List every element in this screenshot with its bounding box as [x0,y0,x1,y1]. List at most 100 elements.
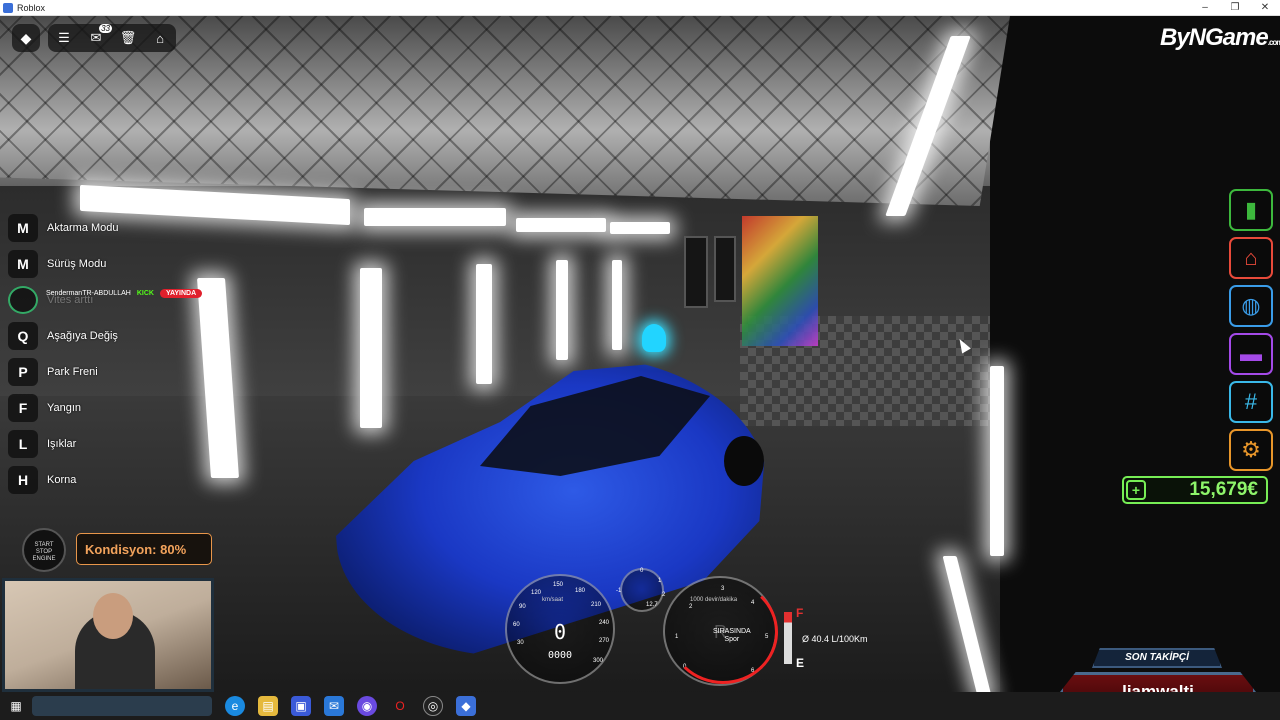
chat-badge: 33 [99,24,112,33]
backpack-icon: ◍ [1241,293,1261,318]
money-amount: 15,679€ [1189,479,1258,500]
side-menu-hashtag-button[interactable]: # [1229,381,1273,423]
mail-icon[interactable]: ✉ [324,696,344,716]
add-money-button[interactable]: + [1126,480,1146,500]
hint-label: Korna [47,474,77,486]
minimize-button[interactable]: – [1190,0,1220,16]
side-menu-backpack-button[interactable]: ◍ [1229,285,1273,327]
speed-tick: 240 [599,620,610,626]
ticker-user: SendermanTR-ABDULLAH [46,290,131,297]
wall-light [476,264,492,384]
money-display: + 15,679€ [1122,476,1268,504]
hint-aktarma-modu: M Aktarma Modu [8,214,119,242]
fuel-consumption: Ø 40.4 L/100Km [802,634,868,644]
speed-tick: 120 [531,590,542,596]
trash-icon[interactable]: 🗑 [118,30,138,46]
hint-park-freni: P Park Freni [8,358,119,386]
book-icon: ▮ [1244,197,1258,222]
start-icon[interactable]: ▦ [6,696,26,716]
windows-taskbar: ▦ e ▤ ▣ ✉ ◉ O ◎ ◆ [0,692,1280,720]
speed-tick: 270 [599,638,610,644]
roblox-menu-button[interactable]: ◆ [12,24,40,52]
folder-icon: ▬ [1240,341,1262,366]
taskbar-search[interactable] [32,696,212,716]
wall-light [612,260,622,350]
speed-value: 0 [553,620,567,644]
unlock-icon[interactable]: ⌂ [150,31,170,46]
hint-isiklar: L Işıklar [8,430,119,458]
hint-yangin: F Yangın [8,394,119,422]
key-hints-panel: M Aktarma Modu M Sürüş Modu Vites arttı … [8,214,119,502]
hamburger-menu-icon[interactable]: ☰ [54,30,74,46]
speed-tick: 180 [575,588,586,594]
key-badge: F [8,394,38,422]
fuel-full-label: F [796,606,804,620]
streamer-head [93,593,133,639]
opera-icon[interactable]: O [390,696,410,716]
shop-icon: ⌂ [1244,245,1258,270]
temp-tick: 2 [662,592,666,598]
key-badge: M [8,214,38,242]
close-button[interactable]: ✕ [1250,0,1280,16]
car-wheel [724,436,764,486]
graffiti-wall [742,216,818,346]
key-badge [8,286,38,314]
window-titlebar: Roblox – ❐ ✕ [0,0,1280,16]
start-stop-engine-button[interactable]: START STOP ENGINE [22,528,66,572]
ceiling-light [516,218,606,232]
streamer-webcam [2,578,214,692]
temp-center: 12.7 [646,602,658,608]
car-beacon [642,324,666,352]
speed-tick: 300 [593,658,604,664]
file-explorer-icon[interactable]: ▤ [258,696,278,716]
ceiling-light [610,222,670,234]
temp-tick: 1 [658,578,662,584]
fuel-bar [784,612,792,664]
window-title: Roblox [17,2,46,13]
speed-tick: 210 [591,602,602,608]
hint-korna: H Korna [8,466,119,494]
obs-icon[interactable]: ◎ [423,696,443,716]
temp-tick: 0 [640,568,644,574]
condition-indicator: Kondisyon: 80% [76,533,212,565]
wall-light [360,268,382,428]
stream-ticker: SendermanTR-ABDULLAH KICK YAYINDA [46,289,203,298]
discord-icon[interactable]: ◉ [357,696,377,716]
side-menu-shop-button[interactable]: ⌂ [1229,237,1273,279]
speed-tick: 60 [513,622,520,628]
key-badge: L [8,430,38,458]
edge-icon[interactable]: e [225,696,245,716]
roblox-topbar: ◆ ☰ ✉ 33 🗑 ⌂ [12,24,176,52]
store-icon[interactable]: ▣ [291,696,311,716]
live-badge: YAYINDA [159,289,203,298]
temp-tick: -1 [616,588,622,594]
roblox-app-icon [3,2,13,13]
corner-light [990,366,1004,556]
hint-label: Aktarma Modu [47,222,119,234]
side-menu: ▮ ⌂ ◍ ▬ # ⚙ [1229,189,1273,477]
speed-tick: 30 [517,640,524,646]
wall-light [556,260,568,360]
key-badge: Q [8,322,38,350]
wall-poster [714,236,736,302]
rpm-unit: 1000 devir/dakika [690,597,738,603]
odometer: 0000 [547,650,573,661]
roblox-taskbar-icon[interactable]: ◆ [456,696,476,716]
hint-label: Işıklar [47,438,77,450]
gear-mode-sublabel: Spor [724,636,740,643]
side-menu-folder-button[interactable]: ▬ [1229,333,1273,375]
last-follower-label: SON TAKİPÇİ [1092,648,1222,668]
key-badge: M [8,250,38,278]
settings-icon: ⚙ [1241,437,1261,462]
topbar-controls: ☰ ✉ 33 🗑 ⌂ [48,24,176,52]
side-menu-settings-button[interactable]: ⚙ [1229,429,1273,471]
kick-platform-label: KICK [136,290,154,297]
chat-icon[interactable]: ✉ 33 [86,24,112,46]
side-menu-book-button[interactable]: ▮ [1229,189,1273,231]
engine-label: START [34,542,54,548]
wall-poster [684,236,708,308]
restore-button[interactable]: ❐ [1220,0,1250,16]
hint-label: Aşağıya Değiş [47,330,118,342]
speed-unit: km/saat [542,597,564,603]
engine-label: STOP [35,549,53,555]
